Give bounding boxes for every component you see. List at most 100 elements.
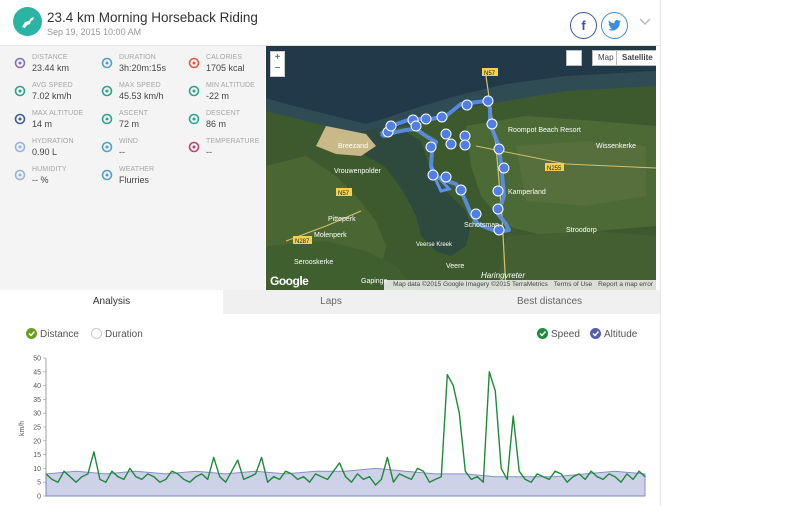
ascent-icon	[101, 112, 113, 125]
stat-label: DISTANCE	[32, 54, 68, 61]
zoom-out-button[interactable]: −	[271, 63, 284, 74]
tab-analysis[interactable]: Analysis	[0, 290, 223, 314]
stat-max-altitude: MAX ALTITUDE 14 m	[14, 110, 100, 140]
activity-title: 23.4 km Morning Horseback Riding	[47, 10, 258, 25]
map-label-stroodorp: Stroodorp	[566, 227, 597, 234]
y-tick-label: 25	[33, 425, 41, 432]
y-axis-label: km/h	[19, 421, 26, 436]
y-tick-label: 45	[33, 369, 41, 376]
map-label-pitteperk: Pitteperk	[328, 216, 356, 223]
stat-label: MAX ALTITUDE	[32, 110, 84, 117]
facebook-share-button[interactable]: f	[570, 12, 597, 39]
stat-value: 23.44 km	[32, 63, 70, 73]
fullscreen-button[interactable]	[566, 50, 582, 66]
activity-date: Sep 19, 2015 10:00 AM	[47, 27, 142, 37]
duration-label: Duration	[105, 329, 143, 340]
stat-label: DESCENT	[206, 110, 241, 117]
map-canvas: Breezand Vrouwenpolder Pitteperk Molenpe…	[266, 46, 656, 290]
stat-max-speed: MAX SPEED 45.53 km/h	[101, 82, 187, 112]
map-attribution: Map data ©2015 Google Imagery ©2015 Terr…	[384, 280, 656, 290]
activity-header: 23.4 km Morning Horseback Riding Sep 19,…	[0, 0, 660, 46]
speed-label: Speed	[551, 329, 580, 340]
y-tick-label: 40	[33, 383, 41, 390]
report-map-error-link[interactable]: Report a map error	[598, 281, 653, 288]
stat-wind: WIND --	[101, 138, 187, 168]
horse-riding-icon	[13, 7, 42, 36]
distance-toggle[interactable]: Distance	[26, 328, 79, 340]
duration-toggle[interactable]: Duration	[91, 328, 143, 340]
stat-weather: WEATHER Flurries	[101, 166, 187, 196]
chevron-down-icon[interactable]	[639, 18, 651, 26]
stat-calories: CALORIES 1705 kcal	[188, 54, 274, 84]
stat-value: 0.90 L	[32, 147, 58, 157]
map-label-roompot: Roompot Beach Resort	[508, 127, 581, 134]
map-label-kamperland: Kamperland	[508, 189, 546, 196]
speedometer-max-icon	[101, 84, 113, 97]
road-n57-top: N57	[484, 71, 496, 77]
twitter-icon	[608, 20, 621, 31]
wind-icon	[101, 140, 113, 153]
stat-label: WEATHER	[119, 166, 155, 173]
stats-panel: DISTANCE 23.44 km DURATION 3h:20m:15s CALORI…	[0, 46, 265, 290]
speed-altitude-chart: km/h 0 5 10 15 20 25 30 35 40 45 50	[19, 356, 646, 501]
thermometer-icon	[188, 140, 200, 153]
descent-icon	[188, 112, 200, 125]
stat-humidity: HUMIDITY -- %	[14, 166, 100, 196]
stat-ascent: ASCENT 72 m	[101, 110, 187, 140]
stat-avg-speed: AVG SPEED 7.02 km/h	[14, 82, 100, 112]
stat-value: -- %	[32, 175, 49, 185]
stat-value: 86 m	[206, 119, 227, 129]
altitude-area-series	[45, 467, 646, 497]
stat-min-altitude: MIN ALTITUDE -22 m	[188, 82, 274, 112]
road-n255: N255	[547, 166, 562, 172]
road-n57-mid: N57	[338, 191, 350, 197]
map-label-haringvreter: Haringvreter	[481, 271, 525, 280]
stat-label: HUMIDITY	[32, 166, 67, 173]
twitter-share-button[interactable]	[601, 12, 628, 39]
stat-value: Flurries	[119, 175, 150, 185]
y-tick-label: 10	[33, 466, 41, 473]
road-n287: N287	[295, 239, 310, 245]
map-label-veere: Veere	[446, 263, 464, 270]
zoom-controls[interactable]: + −	[270, 51, 285, 77]
stat-value: 45.53 km/h	[119, 91, 164, 101]
altitude-toggle[interactable]: Altitude	[590, 328, 637, 340]
stat-label: AVG SPEED	[32, 82, 73, 89]
speed-line-series	[45, 371, 646, 486]
map-label-wissenkerke: Wissenkerke	[596, 143, 636, 150]
checkmark-icon	[537, 328, 548, 339]
map-label-vrouwenpolder: Vrouwenpolder	[334, 168, 381, 175]
stat-label: DURATION	[119, 54, 156, 61]
tab-best-distances[interactable]: Best distances	[439, 290, 660, 314]
tab-laps[interactable]: Laps	[223, 290, 439, 314]
terms-link[interactable]: Terms of Use	[554, 281, 592, 288]
stat-label: CALORIES	[206, 54, 243, 61]
map-data-credit: Map data ©2015 Google Imagery ©2015 Terr…	[393, 281, 548, 288]
y-tick-label: 20	[33, 438, 41, 445]
y-tick-label: 35	[33, 397, 41, 404]
stat-value: -22 m	[206, 91, 230, 101]
stat-label: ASCENT	[119, 110, 148, 117]
mountain-max-icon	[14, 112, 26, 125]
y-tick-label: 5	[37, 480, 41, 487]
y-tick-label: 15	[33, 452, 41, 459]
stat-label: MAX SPEED	[119, 82, 161, 89]
stat-temperature: TEMPERATURE --	[188, 138, 274, 168]
map-label-molenperk: Molenperk	[314, 232, 347, 239]
map-label-breezand: Breezand	[338, 143, 368, 150]
zoom-in-button[interactable]: +	[271, 52, 284, 63]
map-label-veerse-kreek: Veerse Kreek	[416, 242, 453, 248]
drops-icon	[14, 140, 26, 153]
snowflake-icon	[101, 168, 113, 181]
speed-toggle[interactable]: Speed	[537, 328, 580, 340]
route-map[interactable]: Breezand Vrouwenpolder Pitteperk Molenpe…	[266, 46, 656, 290]
map-type-satellite-button[interactable]: Satellite	[616, 50, 656, 66]
stat-duration: DURATION 3h:20m:15s	[101, 54, 187, 84]
stat-distance: DISTANCE 23.44 km	[14, 54, 100, 84]
y-tick-label: 50	[33, 356, 41, 363]
flame-icon	[188, 56, 200, 69]
analysis-tabs: Analysis Laps Best distances	[0, 290, 660, 314]
route-icon	[14, 56, 26, 69]
stat-label: MIN ALTITUDE	[206, 82, 255, 89]
map-label-serooskerke: Serooskerke	[294, 259, 333, 266]
